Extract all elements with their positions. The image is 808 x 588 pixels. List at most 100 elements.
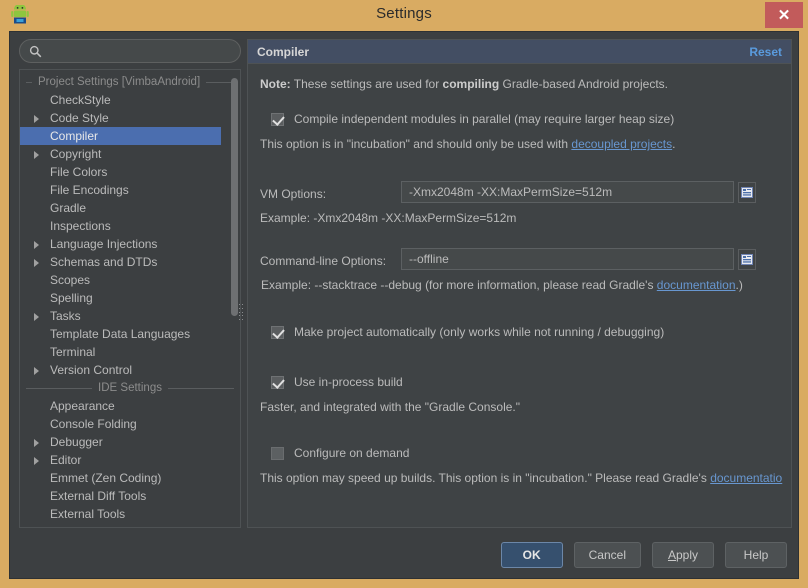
sidebar-item-copyright[interactable]: Copyright (20, 145, 240, 163)
sidebar-item-label: File Colors (50, 165, 108, 179)
sidebar-item-tasks[interactable]: Tasks (20, 307, 240, 325)
close-button[interactable]: ✕ (765, 2, 803, 28)
sidebar-scrollbar[interactable] (231, 74, 238, 525)
configure-on-demand-documentation-link[interactable]: documentatio (710, 471, 782, 485)
sidebar-item-label: Scopes (50, 273, 91, 287)
use-in-process-build-row[interactable]: Use in-process build (271, 376, 403, 389)
compile-parallel-description: This option is in "incubation" and shoul… (260, 137, 675, 151)
sidebar-item-external-diff-tools[interactable]: External Diff Tools (20, 487, 240, 505)
dialog-footer: OK Cancel Apply Help (10, 540, 800, 570)
cmdline-options-example: Example: --stacktrace --debug (for more … (261, 278, 743, 292)
sidebar-item-template-data-languages[interactable]: Template Data Languages (20, 325, 240, 343)
sidebar-item-checkstyle[interactable]: CheckStyle (20, 91, 240, 109)
chevron-right-icon[interactable] (34, 457, 39, 465)
panel-body: Note: These settings are used for compil… (248, 64, 791, 527)
vm-options-example: Example: -Xmx2048m -XX:MaxPermSize=512m (260, 211, 517, 225)
sidebar-item-label: External Diff Tools (50, 489, 147, 503)
compile-parallel-row[interactable]: Compile independent modules in parallel … (271, 113, 674, 126)
gradle-documentation-link[interactable]: documentation (657, 278, 736, 292)
sidebar-item-label: Terminal (50, 345, 96, 359)
note-prefix: Note: (260, 77, 291, 91)
sidebar-item-compiler[interactable]: Compiler (20, 127, 221, 145)
pane-splitter-handle[interactable] (238, 304, 244, 320)
cmdline-options-expand-button[interactable] (738, 249, 756, 270)
cmdline-options-input[interactable] (401, 248, 734, 270)
settings-dialog: Project Settings [VimbaAndroid] CheckStyl… (9, 31, 799, 579)
sidebar-item-file-encodings[interactable]: File Encodings (20, 181, 240, 199)
chevron-right-icon[interactable] (34, 151, 39, 159)
note-mid: These settings are used for (290, 77, 443, 91)
note-text: Note: These settings are used for compil… (260, 77, 668, 91)
title-bar: Settings ✕ (0, 0, 808, 31)
vm-options-label: VM Options: (260, 187, 327, 201)
sidebar-item-code-style[interactable]: Code Style (20, 109, 240, 127)
cmdline-options-label: Command-line Options: (260, 254, 387, 268)
sidebar-item-gradle[interactable]: Gradle (20, 199, 240, 217)
vm-options-input[interactable] (401, 181, 734, 203)
sidebar-item-label: Compiler (50, 129, 99, 143)
cancel-button[interactable]: Cancel (573, 542, 641, 568)
sidebar-item-emmet-zen-coding[interactable]: Emmet (Zen Coding) (20, 469, 240, 487)
sidebar-item-label: Code Style (50, 111, 109, 125)
note-tail: Gradle-based Android projects. (499, 77, 668, 91)
compile-parallel-checkbox[interactable] (271, 113, 284, 126)
ok-button[interactable]: OK (500, 542, 563, 568)
make-project-automatically-row[interactable]: Make project automatically (only works w… (271, 326, 664, 339)
sidebar-item-scopes[interactable]: Scopes (20, 271, 240, 289)
settings-window: Settings ✕ Project Settings [VimbaAndroi… (0, 0, 808, 588)
sidebar-item-label: Spelling (50, 291, 93, 305)
sidebar-scrollbar-thumb[interactable] (231, 78, 238, 316)
note-bold: compiling (442, 77, 500, 91)
sidebar-item-label: Inspections (50, 219, 111, 233)
chevron-right-icon[interactable] (34, 115, 39, 123)
apply-button[interactable]: Apply (652, 542, 714, 568)
sidebar-item-external-tools[interactable]: External Tools (20, 505, 240, 523)
sidebar-item-label: Editor (50, 453, 82, 467)
sidebar-item-version-control[interactable]: Version Control (20, 361, 240, 379)
sidebar-item-editor[interactable]: Editor (20, 451, 240, 469)
chevron-right-icon[interactable] (34, 313, 39, 321)
search-input[interactable] (47, 44, 230, 58)
configure-on-demand-label: Configure on demand (294, 446, 410, 460)
sidebar-item-spelling[interactable]: Spelling (20, 289, 240, 307)
sidebar-group-header: IDE Settings (20, 379, 240, 397)
sidebar-item-label: Copyright (50, 147, 102, 161)
vm-options-expand-button[interactable] (738, 182, 756, 203)
sidebar-item-inspections[interactable]: Inspections (20, 217, 240, 235)
settings-tree[interactable]: Project Settings [VimbaAndroid] CheckStyl… (19, 69, 241, 528)
help-button[interactable]: Help (725, 542, 787, 568)
sidebar-item-terminal[interactable]: Terminal (20, 343, 240, 361)
sidebar-item-label: Schemas and DTDs (50, 255, 158, 269)
sidebar-item-file-colors[interactable]: File Colors (20, 163, 240, 181)
make-project-automatically-checkbox[interactable] (271, 326, 284, 339)
sidebar-item-debugger[interactable]: Debugger (20, 433, 240, 451)
sidebar-item-console-folding[interactable]: Console Folding (20, 415, 240, 433)
panel-title: Compiler (257, 44, 310, 59)
sidebar-item-label: Version Control (50, 363, 133, 377)
search-box[interactable] (19, 39, 241, 63)
reset-link[interactable]: Reset (749, 45, 782, 59)
configure-on-demand-row[interactable]: Configure on demand (271, 447, 409, 460)
use-in-process-build-description: Faster, and integrated with the "Gradle … (260, 400, 520, 414)
sidebar-item-label: CheckStyle (50, 93, 111, 107)
compiler-settings-panel: Compiler Reset Note: These settings are … (247, 39, 792, 528)
chevron-right-icon[interactable] (34, 367, 39, 375)
sidebar-item-label: Emmet (Zen Coding) (50, 471, 162, 485)
sidebar-item-label: Debugger (50, 435, 103, 449)
chevron-right-icon[interactable] (34, 259, 39, 267)
panel-header: Compiler Reset (248, 40, 791, 64)
use-in-process-build-checkbox[interactable] (271, 376, 284, 389)
chevron-right-icon[interactable] (34, 439, 39, 447)
chevron-right-icon[interactable] (34, 241, 39, 249)
expand-editor-icon (741, 187, 753, 198)
parallel-desc-b: . (672, 137, 676, 151)
sidebar-item-appearance[interactable]: Appearance (20, 397, 240, 415)
configure-on-demand-checkbox[interactable] (271, 447, 284, 460)
sidebar-item-label: File Encodings (50, 183, 129, 197)
settings-sidebar: Project Settings [VimbaAndroid] CheckStyl… (19, 39, 243, 528)
sidebar-group-label: Project Settings [VimbaAndroid] (38, 76, 201, 88)
sidebar-item-label: Gradle (50, 201, 87, 215)
decoupled-projects-link[interactable]: decoupled projects (571, 137, 672, 151)
sidebar-item-schemas-and-dtds[interactable]: Schemas and DTDs (20, 253, 240, 271)
sidebar-item-language-injections[interactable]: Language Injections (20, 235, 240, 253)
